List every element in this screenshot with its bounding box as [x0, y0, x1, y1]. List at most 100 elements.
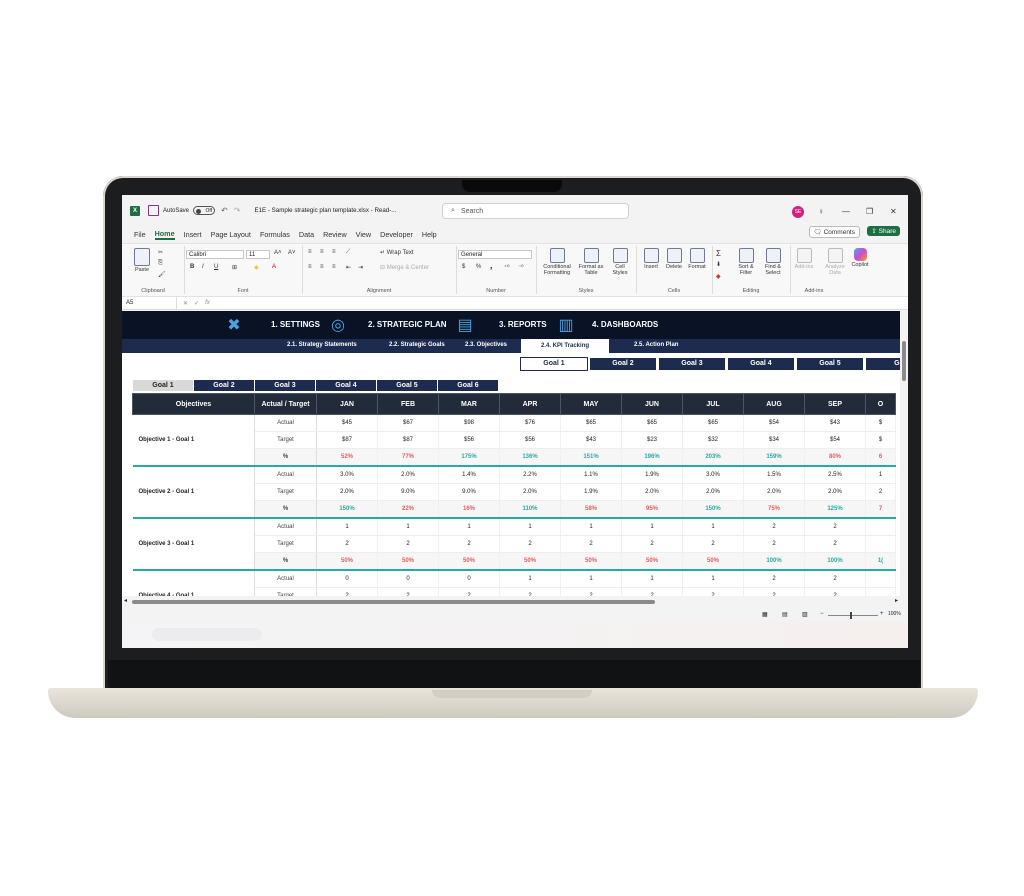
table-cell[interactable]: 1 [438, 518, 500, 536]
table-cell[interactable]: 77% [377, 448, 439, 467]
currency-icon[interactable]: $ [462, 264, 465, 270]
tab-insert[interactable]: Insert [184, 230, 202, 239]
table-cell[interactable]: 1.9% [560, 483, 622, 501]
merge-center-button[interactable]: ⊟ Merge & Center [380, 264, 429, 271]
goal-tab-1[interactable]: Goal 1 [133, 380, 193, 391]
table-cell[interactable]: 50% [316, 552, 378, 571]
table-cell[interactable]: 1 [621, 570, 683, 588]
table-cell[interactable]: 2 [499, 587, 561, 596]
table-cell[interactable]: 80% [804, 448, 866, 467]
row-label[interactable]: Target [254, 535, 317, 553]
table-cell[interactable]: $65 [621, 414, 683, 432]
table-cell[interactable]: 2 [377, 587, 439, 596]
table-cell[interactable]: 2 [621, 535, 683, 553]
increase-indent-icon[interactable]: ⇥ [358, 264, 363, 271]
table-cell[interactable]: 100% [804, 552, 866, 571]
table-cell[interactable]: 0 [377, 570, 439, 588]
grow-font-icon[interactable]: A˄ [274, 250, 282, 256]
table-cell[interactable]: 110% [499, 500, 561, 519]
table-cell[interactable]: $54 [743, 414, 805, 432]
vertical-scrollbar[interactable] [900, 311, 908, 596]
goal-tab-4[interactable]: Goal 4 [316, 380, 376, 391]
table-cell[interactable]: $43 [560, 431, 622, 449]
conditional-formatting-button[interactable]: Conditional Formatting [540, 248, 574, 276]
font-name-select[interactable]: Calibri [186, 250, 244, 259]
table-cell[interactable]: 2 [621, 587, 683, 596]
table-cell[interactable]: 16% [438, 500, 500, 519]
subnav-strategy-statements[interactable]: 2.1. Strategy Statements [287, 342, 357, 348]
tab-review[interactable]: Review [323, 230, 347, 239]
table-cell[interactable]: 2 [743, 535, 805, 553]
table-cell[interactable]: 196% [621, 448, 683, 467]
table-cell[interactable]: 2.0% [743, 483, 805, 501]
dashboard-chart-icon[interactable]: ▥ [554, 313, 578, 337]
zoom-out-icon[interactable]: − [820, 611, 824, 617]
vertical-scroll-thumb[interactable] [902, 341, 906, 381]
nav-dashboards[interactable]: 4. DASHBOARDS [592, 320, 658, 329]
lightbulb-icon[interactable]: ♀ [818, 207, 824, 216]
table-cell[interactable]: $65 [682, 414, 744, 432]
table-cell[interactable] [865, 570, 896, 588]
table-cell[interactable]: $ [865, 414, 896, 432]
table-cell[interactable]: 1 [865, 466, 896, 484]
font-size-select[interactable]: 11 [246, 250, 270, 259]
tools-icon[interactable]: ✖ [222, 313, 246, 337]
cancel-icon[interactable]: ✕ [177, 300, 188, 307]
table-cell[interactable]: 2 [499, 535, 561, 553]
close-icon[interactable]: ✕ [890, 207, 897, 216]
table-cell[interactable]: $23 [621, 431, 683, 449]
row-label[interactable]: Target [254, 431, 317, 449]
table-cell[interactable]: 2 [438, 587, 500, 596]
number-format-select[interactable]: General [458, 250, 532, 259]
objective-name[interactable]: Objective 1 - Goal 1 [132, 414, 255, 467]
paste-button[interactable]: Paste [130, 248, 154, 273]
table-cell[interactable]: 1 [499, 570, 561, 588]
row-label[interactable]: Actual [254, 570, 317, 588]
tab-developer[interactable]: Developer [380, 230, 413, 239]
table-cell[interactable]: 95% [621, 500, 683, 519]
sort-filter-button[interactable]: Sort & Filter [734, 248, 758, 276]
table-cell[interactable]: 1( [865, 552, 896, 571]
analyze-data-button[interactable]: Analyze Data [822, 248, 848, 276]
tab-data[interactable]: Data [299, 230, 314, 239]
table-cell[interactable]: 2.2% [499, 466, 561, 484]
table-cell[interactable]: 9.0% [438, 483, 500, 501]
table-cell[interactable]: $67 [377, 414, 439, 432]
font-color-icon[interactable]: A [272, 264, 276, 270]
table-cell[interactable]: 1 [377, 518, 439, 536]
taskbar-search[interactable] [152, 628, 262, 641]
table-cell[interactable]: $34 [743, 431, 805, 449]
goal-tab-5[interactable]: Goal 5 [377, 380, 437, 391]
redo-icon[interactable]: ↷ [234, 206, 241, 215]
tab-home[interactable]: Home [154, 229, 175, 240]
zoom-level[interactable]: 100% [888, 611, 901, 617]
tab-file[interactable]: File [134, 230, 146, 239]
table-cell[interactable]: 2 [804, 518, 866, 536]
nav-settings[interactable]: 1. SETTINGS [271, 320, 320, 329]
normal-view-icon[interactable]: ▦ [762, 611, 768, 618]
table-cell[interactable]: 2 [682, 587, 744, 596]
zoom-in-icon[interactable]: + [880, 611, 884, 617]
align-left-icon[interactable]: ≡ [308, 264, 312, 270]
horizontal-scroll-thumb[interactable] [132, 600, 655, 604]
zoom-slider-thumb[interactable] [850, 612, 852, 619]
table-cell[interactable]: 50% [682, 552, 744, 571]
table-cell[interactable]: $65 [560, 414, 622, 432]
table-cell[interactable]: $87 [377, 431, 439, 449]
table-cell[interactable]: 2 [316, 535, 378, 553]
cut-icon[interactable]: ✂ [158, 249, 163, 256]
avatar[interactable]: SE [792, 206, 804, 218]
page-break-view-icon[interactable]: ▧ [802, 611, 808, 618]
table-cell[interactable]: 1.9% [621, 466, 683, 484]
table-cell[interactable]: 50% [377, 552, 439, 571]
table-cell[interactable]: 203% [682, 448, 744, 467]
goal-selector-5[interactable]: Goal 5 [796, 357, 864, 371]
zoom-slider[interactable] [828, 615, 878, 616]
table-cell[interactable]: 2 [316, 587, 378, 596]
goal-selector-2[interactable]: Goal 2 [589, 357, 657, 371]
table-cell[interactable]: 2 [743, 587, 805, 596]
table-cell[interactable]: 22% [377, 500, 439, 519]
format-as-table-button[interactable]: Format as Table [576, 248, 606, 276]
addins-button[interactable]: Add-ins [792, 248, 816, 270]
wrap-text-button[interactable]: ↵ Wrap Text [380, 249, 414, 256]
